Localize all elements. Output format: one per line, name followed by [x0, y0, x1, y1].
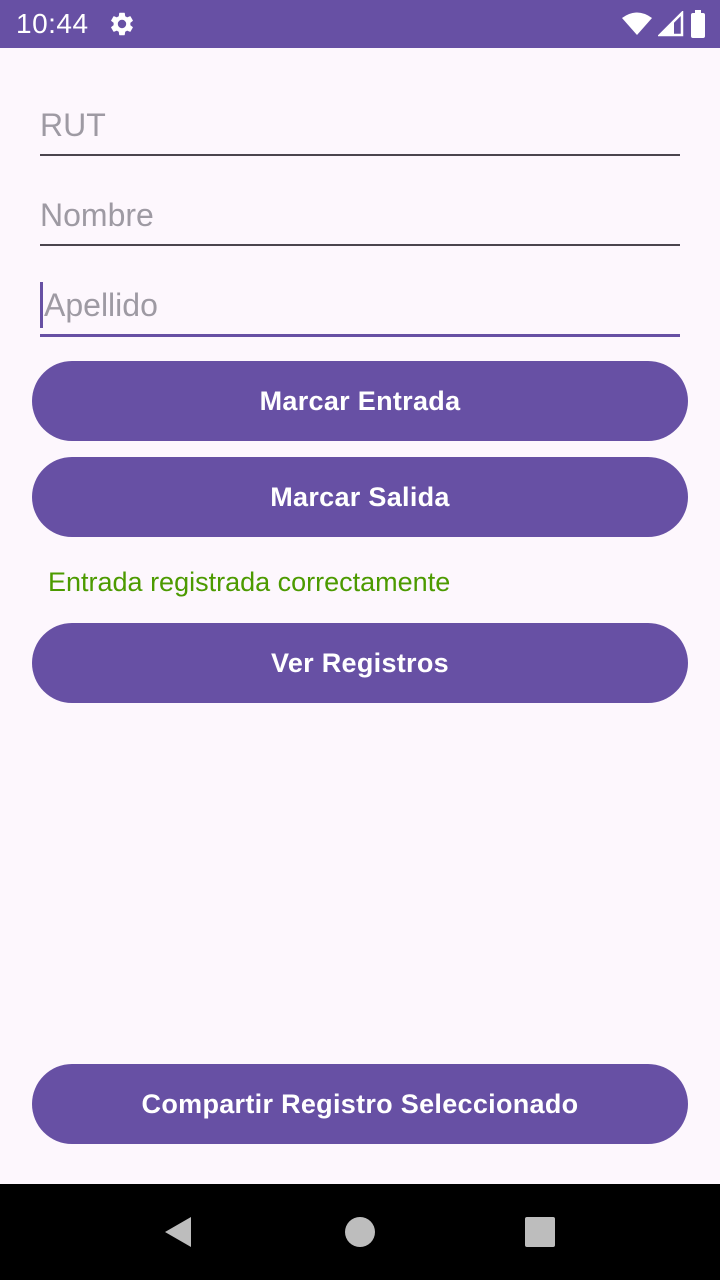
nombre-input[interactable] [40, 188, 680, 242]
rut-input[interactable] [40, 98, 680, 152]
back-button[interactable] [158, 1212, 198, 1252]
ver-registros-button[interactable]: Ver Registros [32, 623, 688, 703]
status-message: Entrada registrada correctamente [48, 567, 451, 597]
gear-icon [111, 12, 133, 36]
marcar-salida-button[interactable]: Marcar Salida [32, 457, 688, 537]
app-screen: 10:44 Marcar Entrada Marcar Sa [0, 0, 720, 1280]
apellido-input[interactable] [40, 278, 684, 332]
nombre-field [40, 188, 680, 246]
status-time: 10:44 [16, 8, 89, 39]
recents-button[interactable] [520, 1212, 560, 1252]
signal-icon [658, 11, 684, 37]
compartir-registro-button[interactable]: Compartir Registro Seleccionado [32, 1064, 688, 1144]
home-icon [345, 1217, 375, 1247]
rut-field [40, 98, 680, 156]
home-button[interactable] [340, 1212, 380, 1252]
marcar-entrada-button[interactable]: Marcar Entrada [32, 361, 688, 441]
wifi-icon [622, 12, 652, 35]
back-icon [165, 1217, 191, 1247]
apellido-field [40, 278, 684, 337]
navigation-bar [0, 1184, 720, 1280]
status-bar: 10:44 [0, 0, 720, 48]
status-icons [622, 10, 706, 38]
battery-icon [691, 10, 705, 38]
recents-icon [525, 1217, 555, 1247]
